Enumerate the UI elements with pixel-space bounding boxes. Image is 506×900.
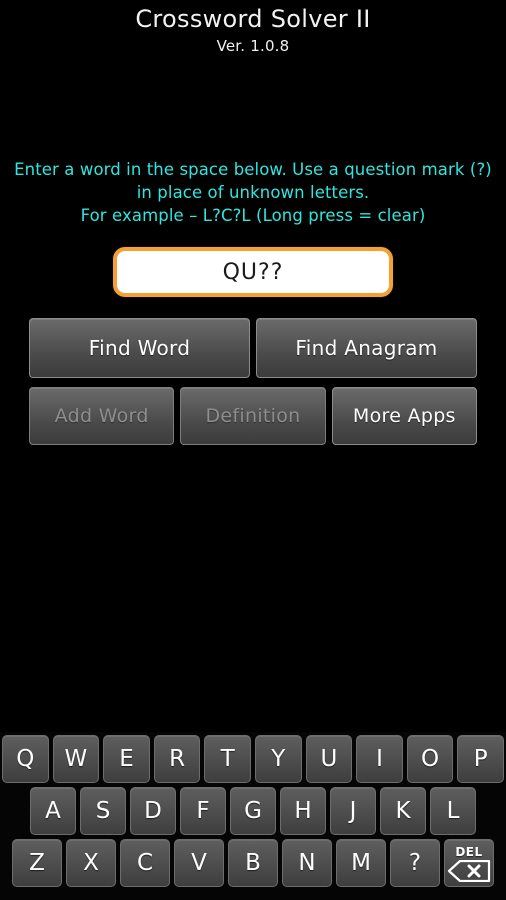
delete-label: DEL xyxy=(455,845,483,859)
key-e[interactable]: E xyxy=(103,735,150,783)
key-c[interactable]: C xyxy=(120,839,170,887)
key-u[interactable]: U xyxy=(305,735,353,783)
key-a[interactable]: A xyxy=(30,787,76,835)
app-version-label: Ver. 1.0.8 xyxy=(216,37,290,55)
key-h[interactable]: H xyxy=(280,787,326,835)
page-title: Crossword Solver II xyxy=(135,5,371,33)
key-t[interactable]: T xyxy=(204,735,251,783)
find-word-button[interactable]: Find Word xyxy=(29,318,250,378)
key-m[interactable]: M xyxy=(336,839,386,887)
instructions-line-2: For example – L?C?L (Long press = clear) xyxy=(80,206,426,225)
key-g[interactable]: G xyxy=(230,787,276,835)
keyboard-row-1: Q W E R T Y U I O P xyxy=(2,735,504,783)
app-root: Crossword Solver II Ver. 1.0.8 Enter a w… xyxy=(0,0,506,900)
action-buttons-row-1: Find Word Find Anagram xyxy=(29,318,477,378)
key-o[interactable]: O xyxy=(406,735,454,783)
key-i[interactable]: I xyxy=(356,735,403,783)
key-r[interactable]: R xyxy=(153,735,201,783)
key-question-mark[interactable]: ? xyxy=(390,839,440,887)
header: Crossword Solver II Ver. 1.0.8 xyxy=(0,0,506,56)
key-v[interactable]: V xyxy=(174,839,224,887)
more-apps-button[interactable]: More Apps xyxy=(331,387,477,445)
key-f[interactable]: F xyxy=(180,787,226,835)
add-word-button[interactable]: Add Word xyxy=(29,387,175,445)
key-s[interactable]: S xyxy=(80,787,126,835)
action-buttons-row-2: Add Word Definition More Apps xyxy=(29,387,477,445)
keyboard-row-3: Z X C V B N M ? DEL xyxy=(2,839,504,887)
key-delete[interactable]: DEL xyxy=(444,839,494,887)
key-w[interactable]: W xyxy=(52,735,100,783)
key-z[interactable]: Z xyxy=(12,839,62,887)
key-y[interactable]: Y xyxy=(255,735,302,783)
word-input[interactable]: QU?? xyxy=(113,247,393,297)
find-anagram-button[interactable]: Find Anagram xyxy=(256,318,477,378)
on-screen-keyboard: Q W E R T Y U I O P A S D F G H J K L Z … xyxy=(0,732,506,900)
instructions-text: Enter a word in the space below. Use a q… xyxy=(0,158,506,227)
instructions-line-1: Enter a word in the space below. Use a q… xyxy=(14,160,492,202)
key-b[interactable]: B xyxy=(228,839,278,887)
key-q[interactable]: Q xyxy=(2,735,49,783)
backspace-icon xyxy=(447,859,491,883)
definition-button[interactable]: Definition xyxy=(180,387,326,445)
key-p[interactable]: P xyxy=(457,735,504,783)
key-l[interactable]: L xyxy=(430,787,476,835)
word-input-value[interactable]: QU?? xyxy=(117,251,389,293)
key-n[interactable]: N xyxy=(282,839,332,887)
key-d[interactable]: D xyxy=(130,787,176,835)
action-buttons: Find Word Find Anagram Add Word Definiti… xyxy=(29,318,477,454)
key-x[interactable]: X xyxy=(66,839,116,887)
key-j[interactable]: J xyxy=(330,787,376,835)
keyboard-row-2: A S D F G H J K L xyxy=(2,787,504,835)
key-k[interactable]: K xyxy=(380,787,426,835)
